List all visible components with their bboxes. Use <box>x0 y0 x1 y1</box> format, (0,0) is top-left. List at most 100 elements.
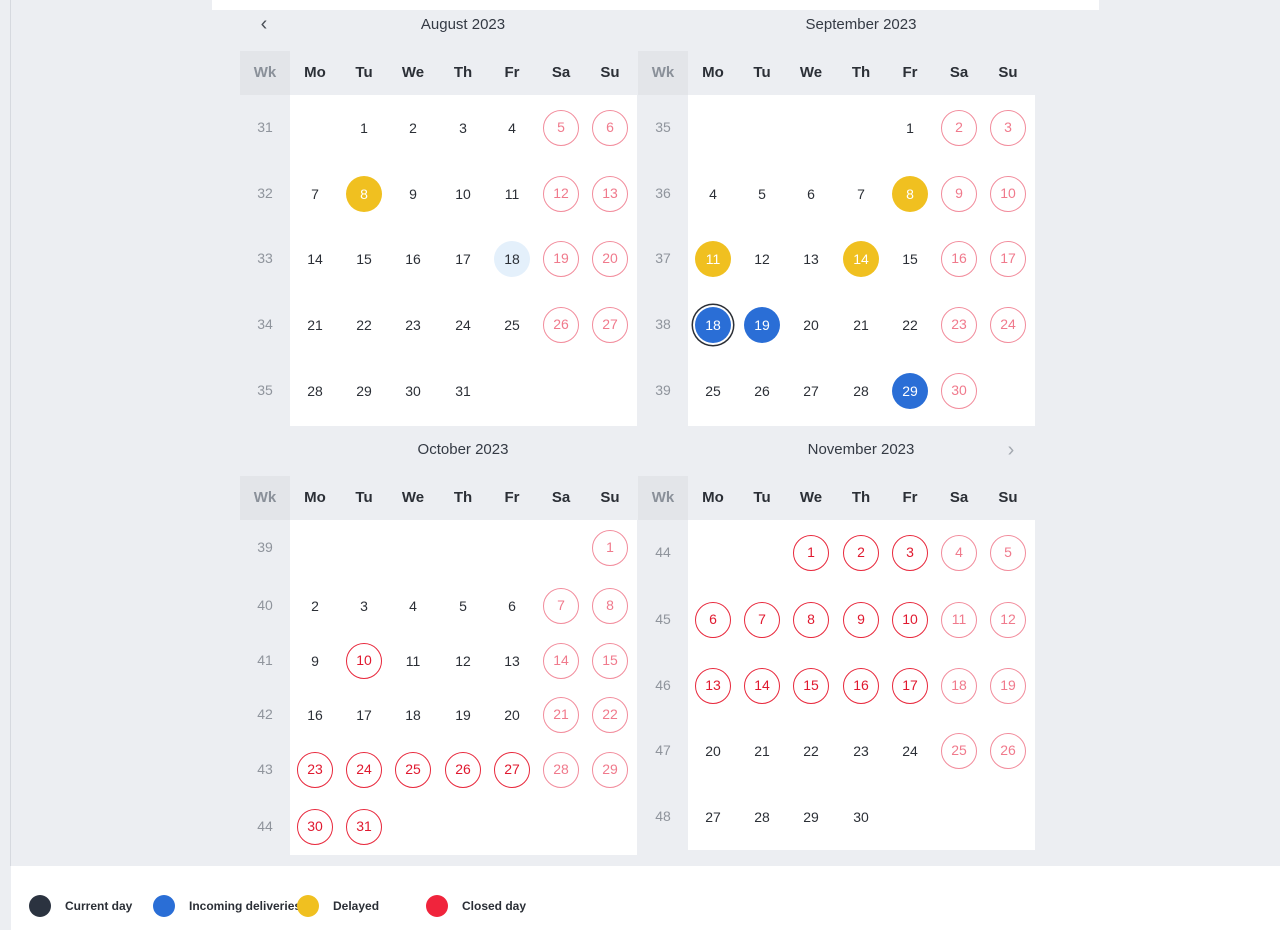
day-cell[interactable]: 20 <box>793 307 829 343</box>
day-cell[interactable]: 9 <box>843 602 879 638</box>
day-cell[interactable]: 14 <box>297 241 333 277</box>
day-cell[interactable]: 17 <box>445 241 481 277</box>
day-cell[interactable]: 30 <box>843 799 879 835</box>
day-cell[interactable]: 16 <box>297 697 333 733</box>
day-cell[interactable]: 26 <box>744 373 780 409</box>
day-cell[interactable]: 10 <box>990 176 1026 212</box>
day-cell[interactable]: 18 <box>695 307 731 343</box>
day-cell[interactable]: 16 <box>395 241 431 277</box>
day-cell[interactable]: 3 <box>892 535 928 571</box>
day-cell[interactable]: 19 <box>990 668 1026 704</box>
day-cell[interactable]: 2 <box>297 588 333 624</box>
day-cell[interactable]: 26 <box>543 307 579 343</box>
day-cell[interactable]: 2 <box>941 110 977 146</box>
day-cell[interactable]: 3 <box>990 110 1026 146</box>
day-cell[interactable]: 22 <box>592 697 628 733</box>
day-cell[interactable]: 30 <box>395 373 431 409</box>
day-cell[interactable]: 18 <box>494 241 530 277</box>
day-cell[interactable]: 8 <box>592 588 628 624</box>
day-cell[interactable]: 11 <box>695 241 731 277</box>
day-cell[interactable]: 29 <box>793 799 829 835</box>
day-cell[interactable]: 1 <box>793 535 829 571</box>
day-cell[interactable]: 25 <box>395 752 431 788</box>
day-cell[interactable]: 13 <box>494 643 530 679</box>
day-cell[interactable]: 31 <box>346 809 382 845</box>
day-cell[interactable]: 31 <box>445 373 481 409</box>
day-cell[interactable]: 27 <box>494 752 530 788</box>
day-cell[interactable]: 1 <box>892 110 928 146</box>
day-cell[interactable]: 16 <box>843 668 879 704</box>
day-cell[interactable]: 5 <box>744 176 780 212</box>
day-cell[interactable]: 13 <box>592 176 628 212</box>
day-cell[interactable]: 27 <box>793 373 829 409</box>
day-cell[interactable]: 13 <box>695 668 731 704</box>
day-cell[interactable]: 27 <box>592 307 628 343</box>
day-cell[interactable]: 20 <box>592 241 628 277</box>
day-cell[interactable]: 11 <box>395 643 431 679</box>
day-cell[interactable]: 22 <box>793 733 829 769</box>
day-cell[interactable]: 28 <box>297 373 333 409</box>
day-cell[interactable]: 11 <box>494 176 530 212</box>
day-cell[interactable]: 25 <box>695 373 731 409</box>
day-cell[interactable]: 14 <box>843 241 879 277</box>
day-cell[interactable]: 26 <box>990 733 1026 769</box>
day-cell[interactable]: 24 <box>346 752 382 788</box>
day-cell[interactable]: 24 <box>892 733 928 769</box>
day-cell[interactable]: 29 <box>346 373 382 409</box>
day-cell[interactable]: 25 <box>494 307 530 343</box>
day-cell[interactable]: 17 <box>346 697 382 733</box>
day-cell[interactable]: 18 <box>941 668 977 704</box>
day-cell[interactable]: 29 <box>892 373 928 409</box>
day-cell[interactable]: 3 <box>346 588 382 624</box>
day-cell[interactable]: 9 <box>941 176 977 212</box>
day-cell[interactable]: 12 <box>744 241 780 277</box>
day-cell[interactable]: 21 <box>297 307 333 343</box>
day-cell[interactable]: 19 <box>445 697 481 733</box>
day-cell[interactable]: 21 <box>843 307 879 343</box>
day-cell[interactable]: 21 <box>543 697 579 733</box>
day-cell[interactable]: 10 <box>892 602 928 638</box>
day-cell[interactable]: 29 <box>592 752 628 788</box>
day-cell[interactable]: 28 <box>843 373 879 409</box>
day-cell[interactable]: 23 <box>843 733 879 769</box>
day-cell[interactable]: 7 <box>297 176 333 212</box>
day-cell[interactable]: 20 <box>695 733 731 769</box>
day-cell[interactable]: 28 <box>744 799 780 835</box>
day-cell[interactable]: 21 <box>744 733 780 769</box>
prev-month-button[interactable]: ‹ <box>252 12 276 36</box>
day-cell[interactable]: 24 <box>445 307 481 343</box>
day-cell[interactable]: 12 <box>543 176 579 212</box>
day-cell[interactable]: 23 <box>941 307 977 343</box>
day-cell[interactable]: 20 <box>494 697 530 733</box>
day-cell[interactable]: 2 <box>843 535 879 571</box>
day-cell[interactable]: 9 <box>395 176 431 212</box>
day-cell[interactable]: 23 <box>395 307 431 343</box>
day-cell[interactable]: 19 <box>543 241 579 277</box>
day-cell[interactable]: 22 <box>892 307 928 343</box>
day-cell[interactable]: 7 <box>843 176 879 212</box>
day-cell[interactable]: 9 <box>297 643 333 679</box>
day-cell[interactable]: 30 <box>941 373 977 409</box>
day-cell[interactable]: 2 <box>395 110 431 146</box>
day-cell[interactable]: 4 <box>494 110 530 146</box>
day-cell[interactable]: 26 <box>445 752 481 788</box>
day-cell[interactable]: 16 <box>941 241 977 277</box>
day-cell[interactable]: 13 <box>793 241 829 277</box>
day-cell[interactable]: 7 <box>744 602 780 638</box>
day-cell[interactable]: 7 <box>543 588 579 624</box>
day-cell[interactable]: 1 <box>592 530 628 566</box>
day-cell[interactable]: 27 <box>695 799 731 835</box>
day-cell[interactable]: 8 <box>346 176 382 212</box>
day-cell[interactable]: 15 <box>592 643 628 679</box>
day-cell[interactable]: 5 <box>990 535 1026 571</box>
day-cell[interactable]: 18 <box>395 697 431 733</box>
day-cell[interactable]: 5 <box>543 110 579 146</box>
day-cell[interactable]: 8 <box>793 602 829 638</box>
day-cell[interactable]: 15 <box>892 241 928 277</box>
day-cell[interactable]: 6 <box>592 110 628 146</box>
day-cell[interactable]: 24 <box>990 307 1026 343</box>
day-cell[interactable]: 10 <box>346 643 382 679</box>
day-cell[interactable]: 4 <box>695 176 731 212</box>
day-cell[interactable]: 6 <box>494 588 530 624</box>
next-month-button[interactable]: › <box>999 438 1023 462</box>
